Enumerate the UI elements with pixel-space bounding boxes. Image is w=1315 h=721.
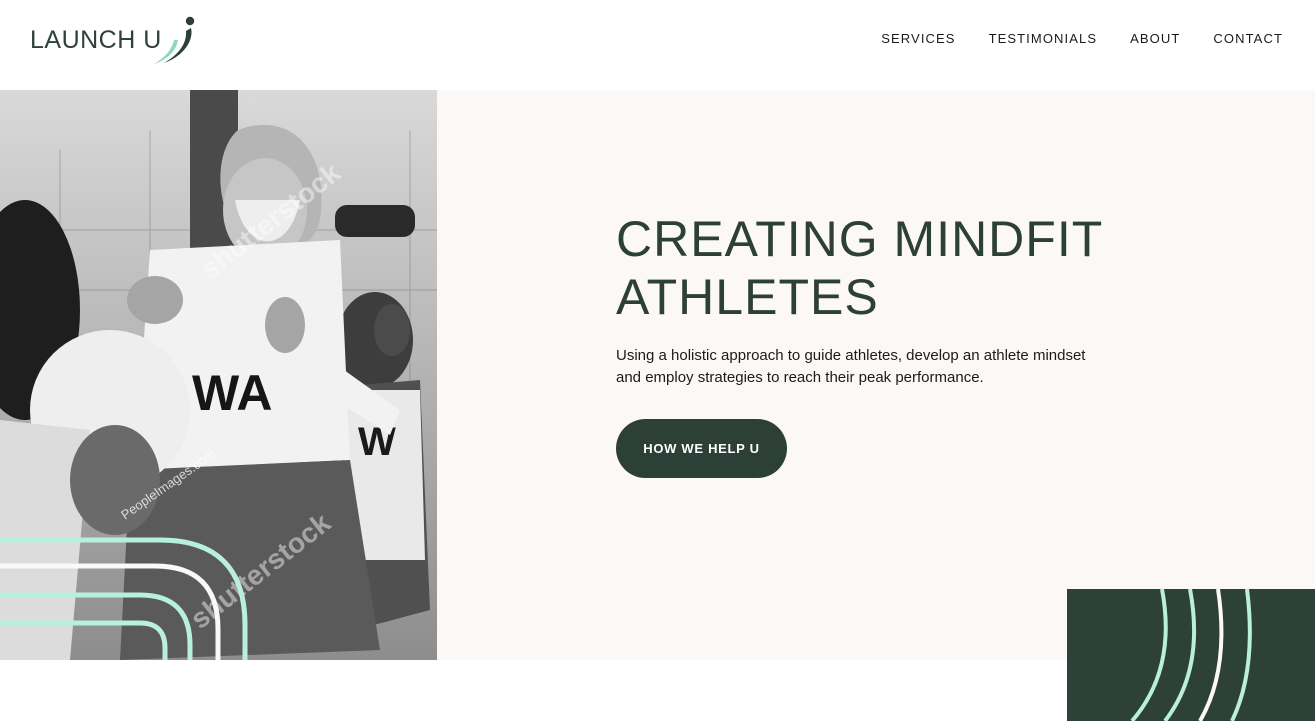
nav-contact[interactable]: CONTACT [1213,31,1283,46]
logo-swoosh-icon [154,16,195,64]
site-header: LAUNCH U SERVICES TESTIMONIALS ABOUT CON… [0,0,1315,90]
nav-services[interactable]: SERVICES [881,31,955,46]
main-nav: SERVICES TESTIMONIALS ABOUT CONTACT [881,31,1283,46]
nav-about[interactable]: ABOUT [1130,31,1180,46]
netball-players-image: W WA shutterstock shutterstock PeopleIma… [0,90,437,660]
nav-testimonials[interactable]: TESTIMONIALS [989,31,1098,46]
jersey-text-1: WA [192,365,273,421]
decorative-arcs-panel [1067,589,1315,721]
hero-section: W WA shutterstock shutterstock PeopleIma… [0,90,1315,660]
hero-subtitle-line-2: and employ strategies to reach their pea… [616,369,984,386]
hero-subtitle: Using a holistic approach to guide athle… [616,345,1176,389]
hero-title: CREATING MINDFIT ATHLETES [616,211,1103,325]
hero-photo: W WA shutterstock shutterstock PeopleIma… [0,90,437,660]
logo[interactable]: LAUNCH U [30,14,195,66]
how-we-help-button[interactable]: HOW WE HELP U [616,419,787,478]
hero-subtitle-line-1: Using a holistic approach to guide athle… [616,347,1086,364]
arcs-decoration [1130,589,1252,721]
